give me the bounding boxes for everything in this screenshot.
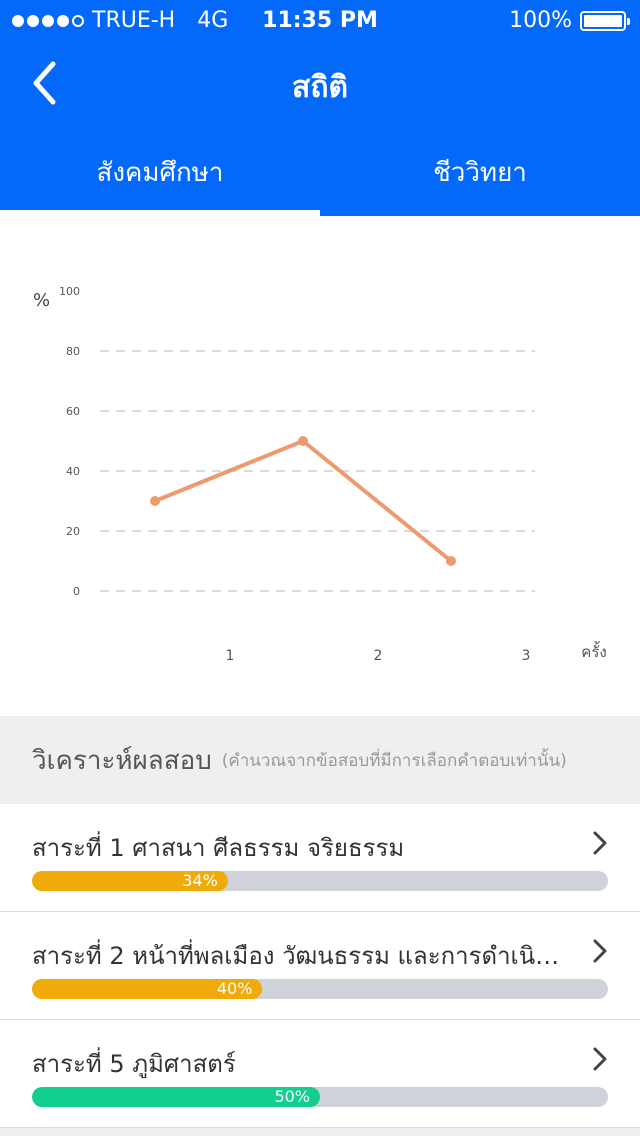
y-tick-label: 20 (66, 525, 80, 538)
score-progress-fill: 34% (32, 871, 228, 891)
score-progress-fill: 40% (32, 979, 263, 999)
score-progress-fill: 50% (32, 1087, 320, 1107)
y-tick-label: 60 (66, 405, 80, 418)
chevron-right-icon (593, 831, 607, 855)
x-tick-label: 3 (522, 648, 531, 664)
score-percent-label: 34% (182, 871, 218, 890)
y-tick-label: 40 (66, 465, 80, 478)
analysis-title: วิเคราะห์ผลสอบ (32, 745, 212, 776)
series-line (153, 439, 453, 563)
analysis-note: (คำนวณจากข้อสอบที่มีการเลือกคำตอบเท่านั้… (221, 750, 567, 771)
score-percent-label: 50% (274, 1087, 310, 1106)
nav-bar: สถิติ (0, 40, 640, 128)
analysis-header: วิเคราะห์ผลสอบ (คำนวณจากข้อสอบที่มีการเล… (0, 716, 640, 804)
score-progress-bar: 40% (32, 979, 608, 999)
chevron-right-icon (593, 1047, 607, 1071)
score-progress-bar: 50% (32, 1087, 608, 1107)
page-title: สถิติ (292, 70, 348, 105)
bottom-divider (0, 1128, 640, 1136)
battery-status: 100% (509, 8, 630, 33)
battery-icon (580, 10, 630, 31)
subject-item-5[interactable]: สาระที่ 5 ภูมิศาสตร์ 50% (0, 1020, 640, 1128)
battery-percent: 100% (509, 8, 572, 33)
tab-social-studies[interactable]: สังคมศึกษา (0, 128, 320, 216)
subject-name: สาระที่ 5 ภูมิศาสตร์ (32, 1050, 236, 1078)
status-bar: TRUE-H 4G 11:35 PM 100% (0, 0, 640, 40)
score-chart: % 0 20 40 60 80 100 1 2 3 ครั้ง (0, 216, 640, 716)
y-tick-label: 80 (66, 345, 80, 358)
score-progress-bar: 34% (32, 871, 608, 891)
score-percent-label: 40% (216, 979, 253, 998)
subject-name: สาระที่ 1 ศาสนา ศีลธรรม จริยธรรม (32, 834, 405, 862)
x-axis-label: ครั้ง (581, 641, 606, 661)
y-axis-label: % (33, 290, 50, 311)
subject-name: สาระที่ 2 หน้าที่พลเมือง วัฒนธรรม และการ… (32, 942, 572, 970)
data-point (298, 436, 308, 446)
line-chart: % 0 20 40 60 80 100 1 2 3 ครั้ง (33, 285, 607, 664)
x-tick-label: 2 (374, 648, 383, 664)
x-tick-label: 1 (226, 648, 235, 664)
chevron-right-icon (593, 939, 607, 963)
subject-item-2[interactable]: สาระที่ 2 หน้าที่พลเมือง วัฒนธรรม และการ… (0, 912, 640, 1020)
data-point (150, 496, 160, 506)
subject-item-1[interactable]: สาระที่ 1 ศาสนา ศีลธรรม จริยธรรม 34% (0, 804, 640, 912)
subject-tabs: สังคมศึกษา ชีววิทยา (0, 128, 640, 216)
data-point (446, 556, 456, 566)
tab-biology[interactable]: ชีววิทยา (320, 128, 640, 216)
y-tick-label: 0 (73, 585, 80, 598)
y-tick-label: 100 (59, 285, 80, 298)
